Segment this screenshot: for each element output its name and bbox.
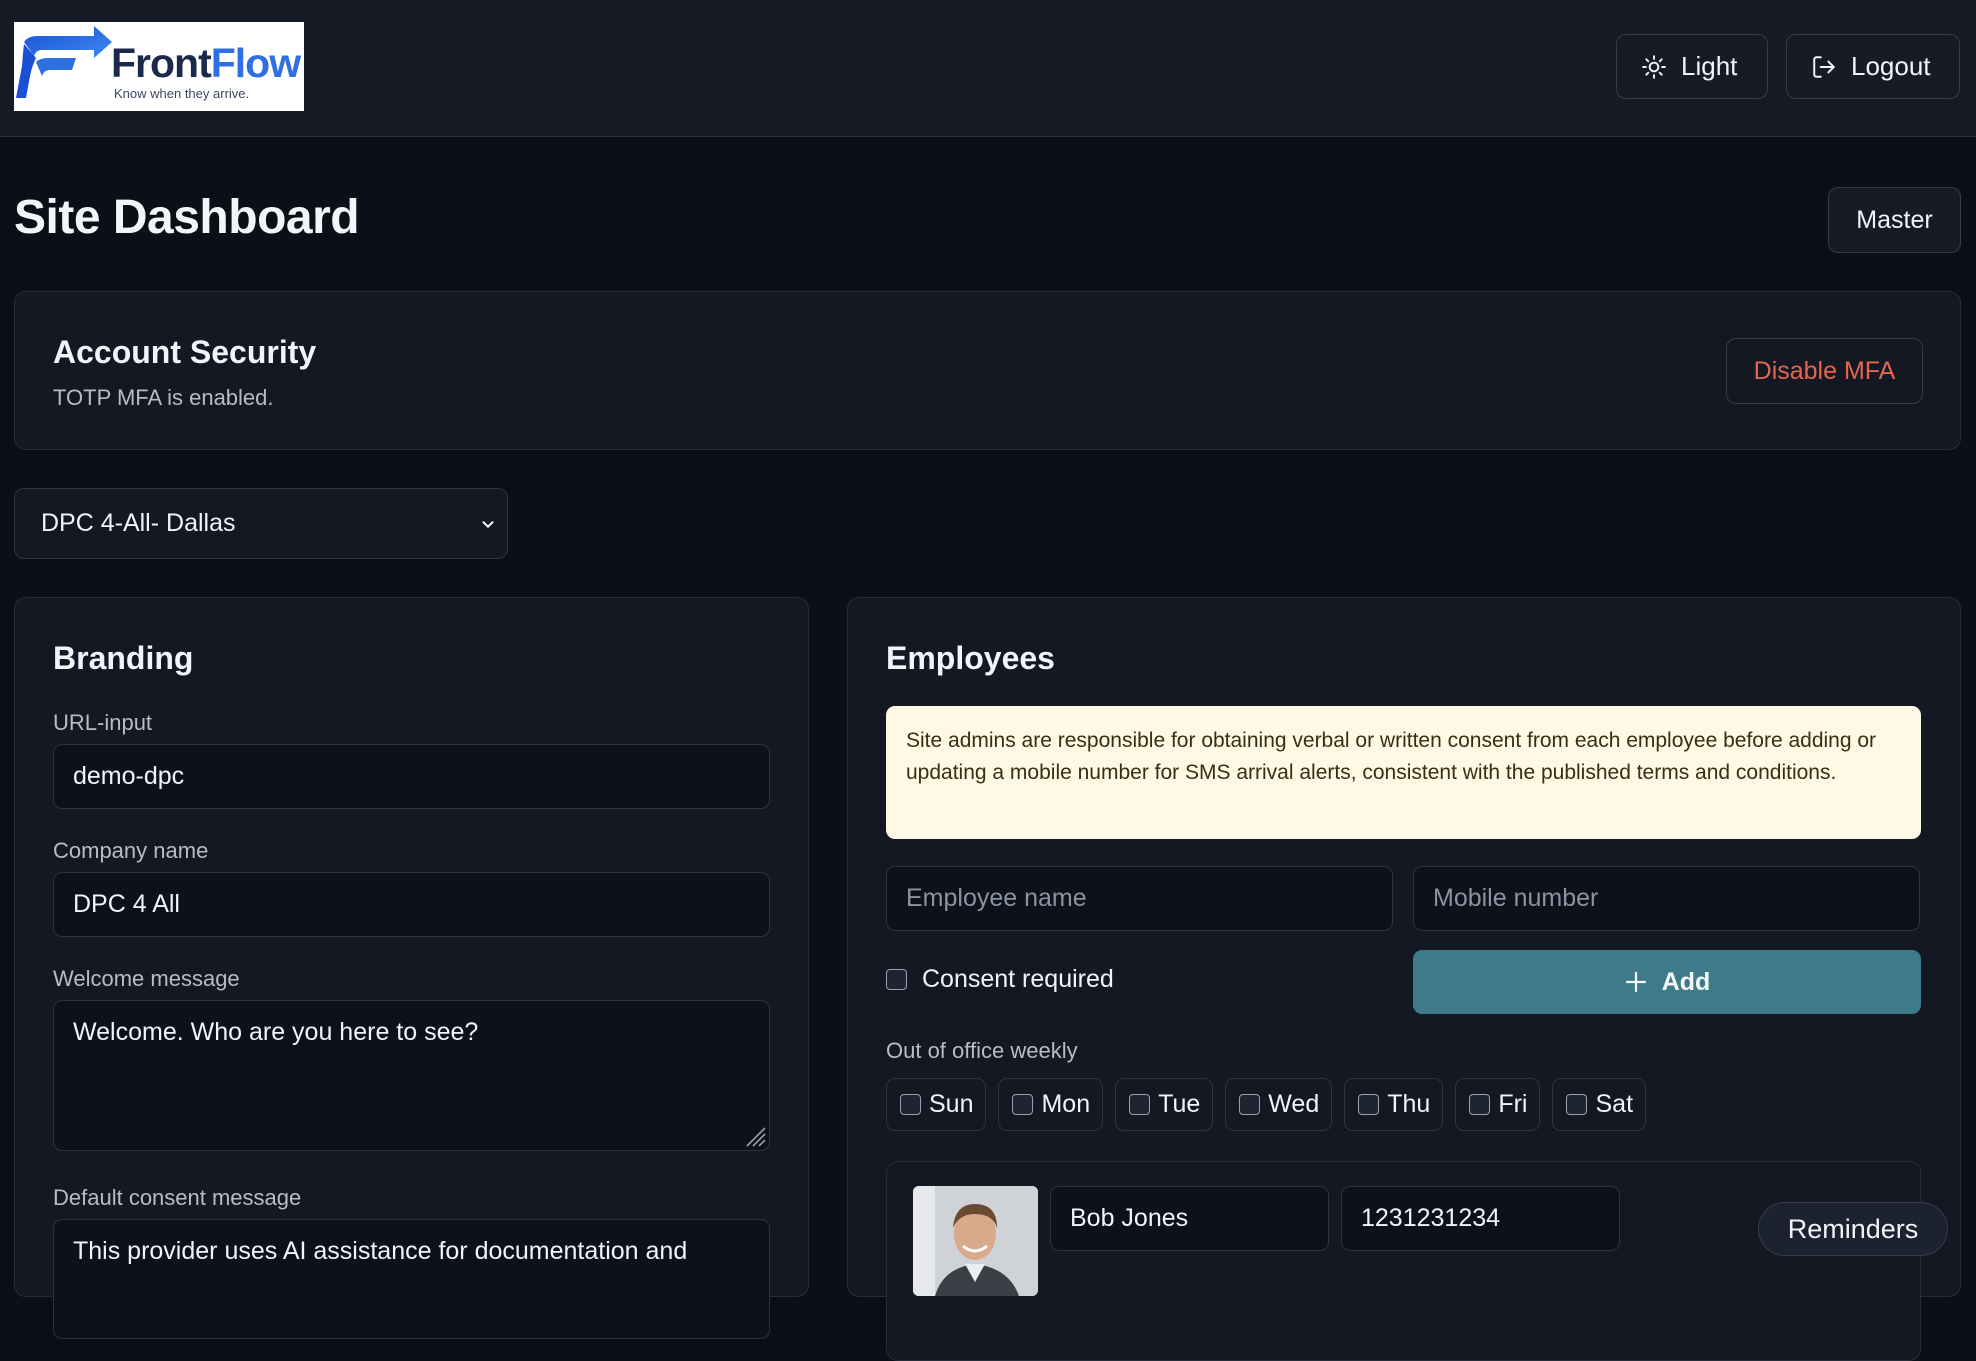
- url-input[interactable]: demo-dpc: [53, 744, 770, 809]
- day-label: Thu: [1387, 1090, 1431, 1118]
- add-employee-label: Add: [1661, 967, 1711, 996]
- page-title: Site Dashboard: [14, 191, 360, 244]
- out-of-office-days: Sun Mon Tue Wed Thu Fri Sat: [886, 1078, 1647, 1131]
- day-fri-checkbox[interactable]: Fri: [1455, 1078, 1541, 1131]
- day-label: Sun: [929, 1090, 974, 1118]
- employees-card: Employees Site admins are responsible fo…: [847, 597, 1961, 1361]
- frontflow-logo[interactable]: FrontFlow Know when they arrive.: [14, 22, 304, 111]
- employee-mobile-value: 1231231234: [1361, 1204, 1501, 1232]
- day-sun-checkbox[interactable]: Sun: [886, 1078, 987, 1131]
- account-security-card: Account Security TOTP MFA is enabled. Di…: [14, 291, 1961, 450]
- mobile-number-input[interactable]: Mobile number: [1413, 866, 1920, 931]
- sun-icon: [1642, 54, 1666, 79]
- day-sat-checkbox[interactable]: Sat: [1552, 1078, 1647, 1131]
- plus-icon: [1625, 971, 1646, 993]
- logo-wordmark: FrontFlow: [111, 40, 301, 86]
- consent-notice: Site admins are responsible for obtainin…: [886, 706, 1921, 839]
- default-consent-value: This provider uses AI assistance for doc…: [73, 1237, 688, 1265]
- employee-name-placeholder: Employee name: [906, 884, 1087, 912]
- site-select-value: DPC 4-All- Dallas: [41, 509, 236, 537]
- site-select[interactable]: DPC 4-All- Dallas: [14, 488, 508, 559]
- url-input-value: demo-dpc: [73, 762, 185, 790]
- out-of-office-label: Out of office weekly: [886, 1038, 1078, 1063]
- mobile-number-placeholder: Mobile number: [1433, 884, 1599, 912]
- default-consent-textarea[interactable]: This provider uses AI assistance for doc…: [53, 1219, 770, 1339]
- add-employee-button[interactable]: Add: [1413, 950, 1921, 1014]
- logout-label: Logout: [1851, 51, 1931, 81]
- top-bar: FrontFlow Know when they arrive. Light L…: [0, 0, 1976, 137]
- master-button[interactable]: Master: [1828, 187, 1961, 253]
- employees-title: Employees: [886, 640, 1055, 676]
- day-checkbox-box[interactable]: [900, 1094, 921, 1115]
- employee-name-input[interactable]: Employee name: [886, 866, 1393, 931]
- logout-button[interactable]: Logout: [1786, 34, 1960, 99]
- day-checkbox-box[interactable]: [1239, 1094, 1261, 1115]
- day-label: Tue: [1158, 1090, 1201, 1118]
- employee-row: Bob Jones 1231231234: [886, 1161, 1921, 1361]
- company-name-input[interactable]: DPC 4 All: [53, 872, 770, 937]
- theme-toggle-label: Light: [1681, 51, 1738, 81]
- day-label: Wed: [1268, 1090, 1320, 1118]
- employee-mobile-field[interactable]: 1231231234: [1341, 1186, 1620, 1251]
- employee-name-field[interactable]: Bob Jones: [1050, 1186, 1329, 1251]
- day-label: Fri: [1498, 1090, 1528, 1118]
- consent-required-label: Consent required: [922, 965, 1114, 993]
- day-checkbox-box[interactable]: [1566, 1094, 1588, 1115]
- disable-mfa-button[interactable]: Disable MFA: [1726, 338, 1923, 404]
- day-mon-checkbox[interactable]: Mon: [998, 1078, 1104, 1131]
- reminders-button[interactable]: Reminders: [1758, 1202, 1948, 1256]
- welcome-message-value: Welcome. Who are you here to see?: [73, 1018, 479, 1046]
- company-name-value: DPC 4 All: [73, 890, 180, 918]
- branding-title: Branding: [53, 640, 194, 676]
- chevron-down-icon: [482, 521, 494, 528]
- day-checkbox-box[interactable]: [1358, 1094, 1380, 1115]
- consent-required-checkbox[interactable]: Consent required: [886, 965, 1114, 994]
- logout-icon: [1813, 55, 1835, 78]
- welcome-message-label: Welcome message: [53, 966, 240, 991]
- branding-card: Branding URL-input demo-dpc Company name…: [14, 597, 809, 1339]
- company-name-label: Company name: [53, 838, 209, 863]
- avatar-photo: [913, 1186, 1038, 1296]
- frontflow-logo-icon: [16, 26, 112, 98]
- day-label: Sat: [1595, 1090, 1634, 1118]
- day-checkbox-box[interactable]: [1012, 1094, 1034, 1115]
- resize-grip-icon[interactable]: [741, 1122, 767, 1148]
- logo-tagline: Know when they arrive.: [114, 86, 250, 101]
- default-consent-label: Default consent message: [53, 1185, 302, 1210]
- day-thu-checkbox[interactable]: Thu: [1344, 1078, 1444, 1131]
- day-checkbox-box[interactable]: [1129, 1094, 1151, 1115]
- day-checkbox-box[interactable]: [1469, 1094, 1491, 1115]
- day-wed-checkbox[interactable]: Wed: [1225, 1078, 1333, 1131]
- employee-name-value: Bob Jones: [1070, 1204, 1189, 1232]
- theme-toggle-button[interactable]: Light: [1616, 34, 1768, 99]
- mfa-status-text: TOTP MFA is enabled.: [53, 385, 274, 410]
- url-input-label: URL-input: [53, 710, 153, 735]
- consent-checkbox-box[interactable]: [886, 969, 907, 990]
- day-tue-checkbox[interactable]: Tue: [1115, 1078, 1214, 1131]
- welcome-message-textarea[interactable]: Welcome. Who are you here to see?: [53, 1000, 770, 1151]
- account-security-title: Account Security: [53, 334, 317, 370]
- day-label: Mon: [1041, 1090, 1091, 1118]
